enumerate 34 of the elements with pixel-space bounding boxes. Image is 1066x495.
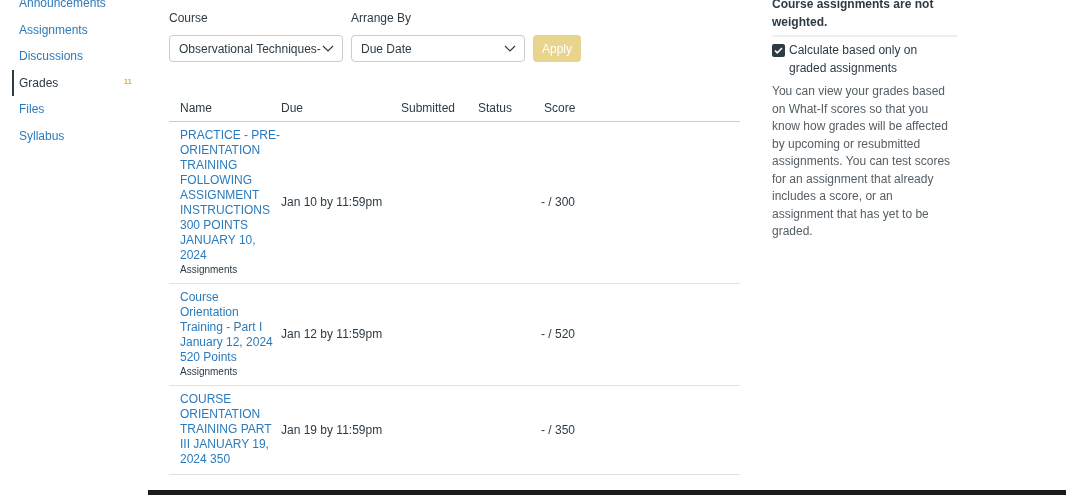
column-header: Due: [281, 100, 304, 117]
arrange-by-select[interactable]: Due Date: [351, 35, 525, 62]
sidebar-item[interactable]: Files: [12, 96, 150, 123]
assignment-link[interactable]: PRACTICE - PRE-ORIENTATION TRAINING FOLLOWING ASSIGNMENT INSTRUCTIONS 300 POINTS JANUARY 10, 2024: [180, 128, 280, 263]
chevron-down-icon: [322, 44, 334, 53]
column-header: Score: [543, 100, 577, 117]
assignment-link[interactable]: Course Orientation Training - Part I January 12, 2024 520 Points: [180, 290, 280, 365]
due-date: Jan 12 by 11:59pm: [281, 326, 384, 343]
sidebar-item[interactable]: Syllabus: [12, 122, 150, 149]
column-header: Submitted: [401, 100, 457, 117]
calculate-checkbox[interactable]: Calculate based only on graded assignments: [772, 42, 957, 77]
assignment-group: Assignments: [180, 365, 281, 378]
weight-note: Course assignments are not weighted.: [772, 0, 957, 37]
score: - / 350: [541, 421, 576, 439]
column-header: Status: [478, 100, 514, 117]
what-if-text: You can view your grades based on What-If scores so that you know how grades will be affected by upcoming or resubmitted assignments. You can test scores for an assignment that already includes a score, or an assignment that has yet to be graded.: [772, 83, 952, 240]
checkmark-icon: [774, 47, 783, 54]
sidebar-item[interactable]: Grades 11: [12, 69, 132, 96]
field-label: Course: [169, 10, 209, 27]
course-select[interactable]: Observational Techniques-: [169, 35, 343, 62]
checkbox[interactable]: [772, 44, 785, 57]
sidebar-item[interactable]: Assignments: [12, 16, 150, 43]
field-label: Arrange By: [351, 10, 413, 27]
assignment-link[interactable]: COURSE ORIENTATION TRAINING PART III JANUARY 19, 2024 350: [180, 392, 280, 467]
due-date: Jan 10 by 11:59pm: [281, 194, 384, 211]
due-date: Jan 19 by 11:59pm: [281, 421, 384, 439]
score: - / 520: [541, 326, 576, 343]
count-label: 11: [123, 75, 132, 88]
score: - / 300: [541, 194, 576, 211]
sidebar-item[interactable]: Discussions: [12, 43, 150, 70]
assignment-group: Assignments: [180, 263, 281, 276]
chevron-down-icon: [504, 44, 516, 53]
checkbox-label: Calculate based only on graded assignments: [789, 42, 919, 77]
column-header: Name: [179, 100, 213, 117]
